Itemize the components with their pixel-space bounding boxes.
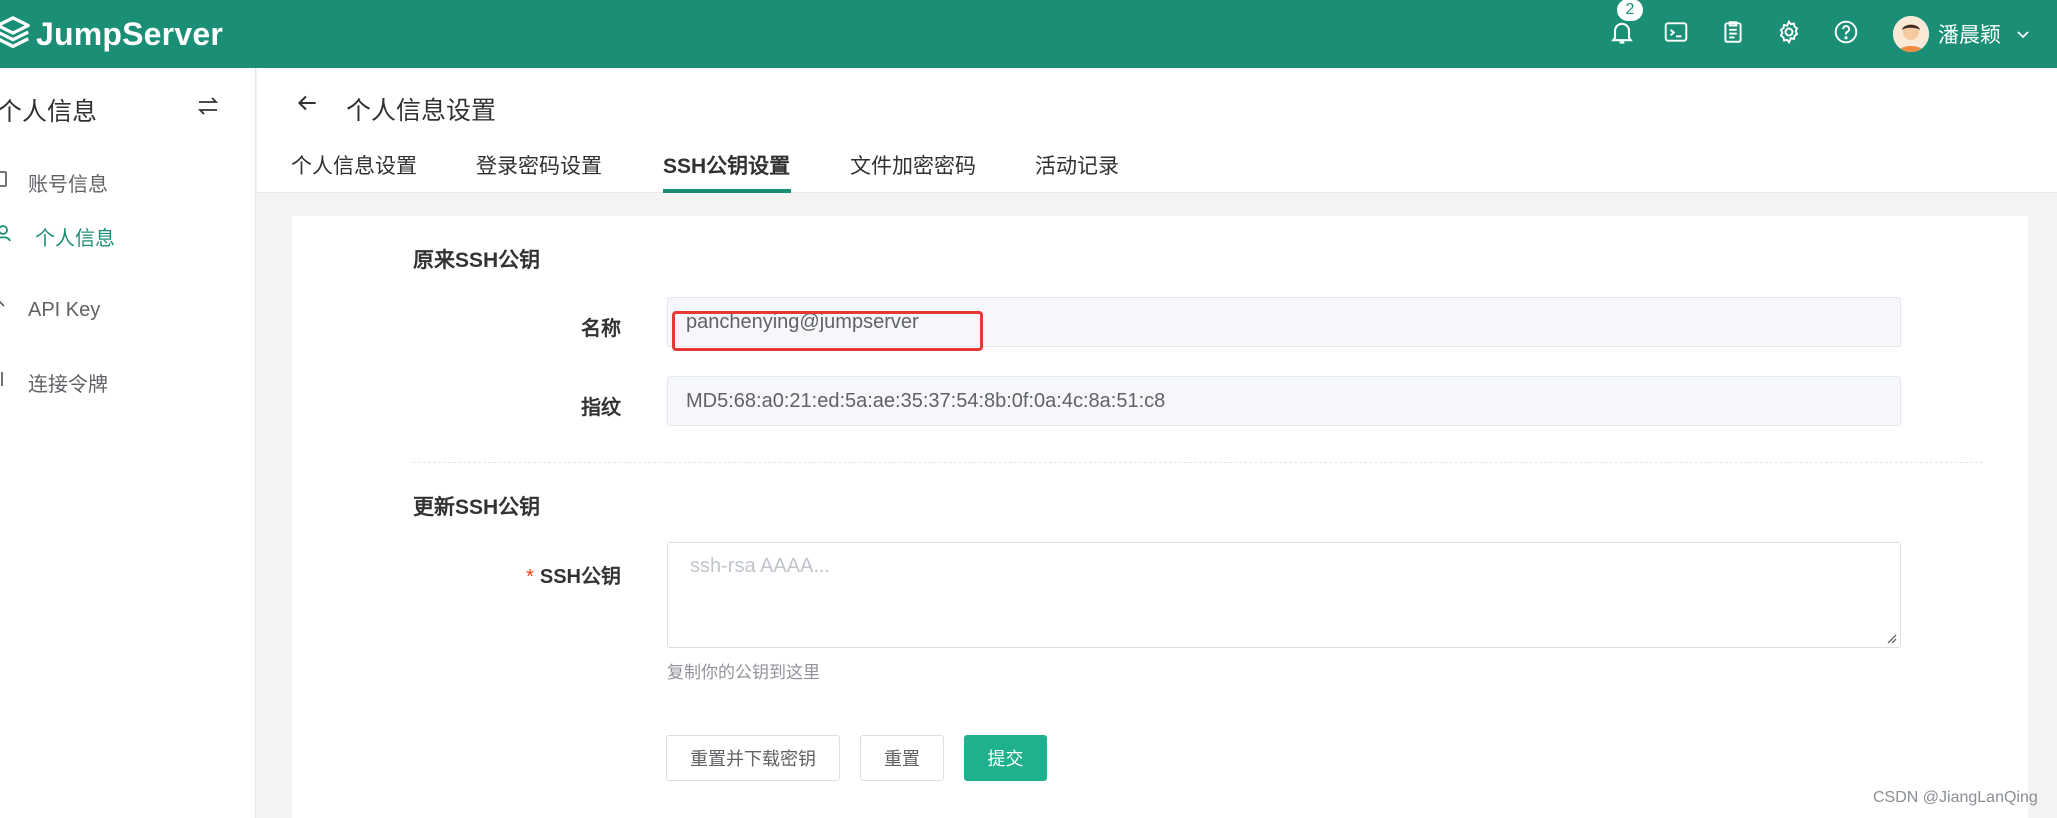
sidebar-item-connection-token[interactable]: 连接令牌: [0, 362, 256, 402]
ssh-key-label-text: SSH公钥: [539, 566, 621, 588]
name-label: 名称: [581, 318, 621, 340]
original-ssh-key-heading: 原来SSH公钥: [413, 249, 541, 272]
reset-and-download-button[interactable]: 重置并下载密钥: [666, 735, 840, 781]
sidebar-item-label: 连接令牌: [28, 373, 108, 396]
chevron-down-icon: [2017, 31, 2029, 39]
ssh-key-placeholder: ssh-rsa AAAA...: [690, 555, 831, 577]
update-ssh-key-heading: 更新SSH公钥: [413, 496, 541, 519]
reset-button[interactable]: 重置: [860, 735, 944, 781]
page-title: 个人信息设置: [346, 97, 497, 125]
tab-activity-log[interactable]: 活动记录: [1035, 150, 1119, 193]
resize-handle-icon[interactable]: [1885, 632, 1897, 644]
sidebar-item-profile[interactable]: 个人信息: [0, 216, 256, 256]
sidebar-item-label: 个人信息: [35, 227, 115, 250]
app-logo[interactable]: JumpServer: [0, 12, 223, 56]
ssh-key-help-text: 复制你的公钥到这里: [667, 663, 820, 682]
fingerprint-label: 指纹: [581, 397, 621, 419]
highlight-box: [672, 311, 983, 351]
sidebar-title: 个人信息: [0, 98, 98, 126]
sidebar-item-label: API Key: [28, 298, 101, 321]
tab-profile-settings[interactable]: 个人信息设置: [291, 150, 417, 193]
sidebar-item-label: 账号信息: [28, 173, 108, 196]
clipboard-icon[interactable]: [1718, 17, 1748, 47]
back-arrow-icon[interactable]: [294, 90, 320, 121]
submit-button[interactable]: 提交: [964, 735, 1047, 781]
top-navbar: JumpServer 2 潘晨颖: [0, 0, 2057, 68]
user-menu[interactable]: 潘晨颖: [1893, 14, 2031, 54]
key-icon: [0, 298, 28, 322]
ssh-key-textarea[interactable]: ssh-rsa AAAA...: [667, 542, 1901, 648]
jumpserver-logo-icon: [0, 16, 30, 49]
required-mark: *: [526, 566, 534, 588]
page-header: 个人信息设置 个人信息设置 登录密码设置 SSH公钥设置 文件加密密码 活动记录: [257, 68, 2057, 193]
active-tab-indicator: [663, 189, 791, 193]
help-icon[interactable]: [1831, 17, 1861, 47]
gear-icon[interactable]: [1774, 17, 1804, 47]
tab-login-password[interactable]: 登录密码设置: [476, 150, 602, 193]
bell-icon[interactable]: [1607, 17, 1637, 47]
notification-badge: 2: [1617, 0, 1643, 21]
account-icon: [0, 170, 28, 194]
user-name: 潘晨颖: [1938, 24, 2001, 47]
swap-icon[interactable]: [196, 94, 220, 123]
fingerprint-field: MD5:68:a0:21:ed:5a:ae:35:37:54:8b:0f:0a:…: [667, 376, 1901, 426]
watermark: CSDN @JiangLanQing: [1873, 789, 2038, 806]
app-name: JumpServer: [36, 15, 223, 52]
user-icon: [0, 224, 35, 248]
sidebar-item-api-key[interactable]: API Key: [0, 290, 256, 330]
section-divider: [413, 462, 1983, 463]
sidebar-item-account[interactable]: 账号信息: [0, 162, 256, 202]
avatar: [1893, 16, 1929, 52]
ssh-key-label: * SSH公钥: [421, 560, 621, 589]
sidebar: 个人信息 账号信息 个人信息 API Key 连接令牌: [0, 68, 256, 818]
terminal-icon[interactable]: [1661, 17, 1691, 47]
tab-file-encryption[interactable]: 文件加密密码: [850, 150, 976, 193]
token-icon: [0, 370, 28, 394]
tab-ssh-key[interactable]: SSH公钥设置: [663, 150, 790, 193]
